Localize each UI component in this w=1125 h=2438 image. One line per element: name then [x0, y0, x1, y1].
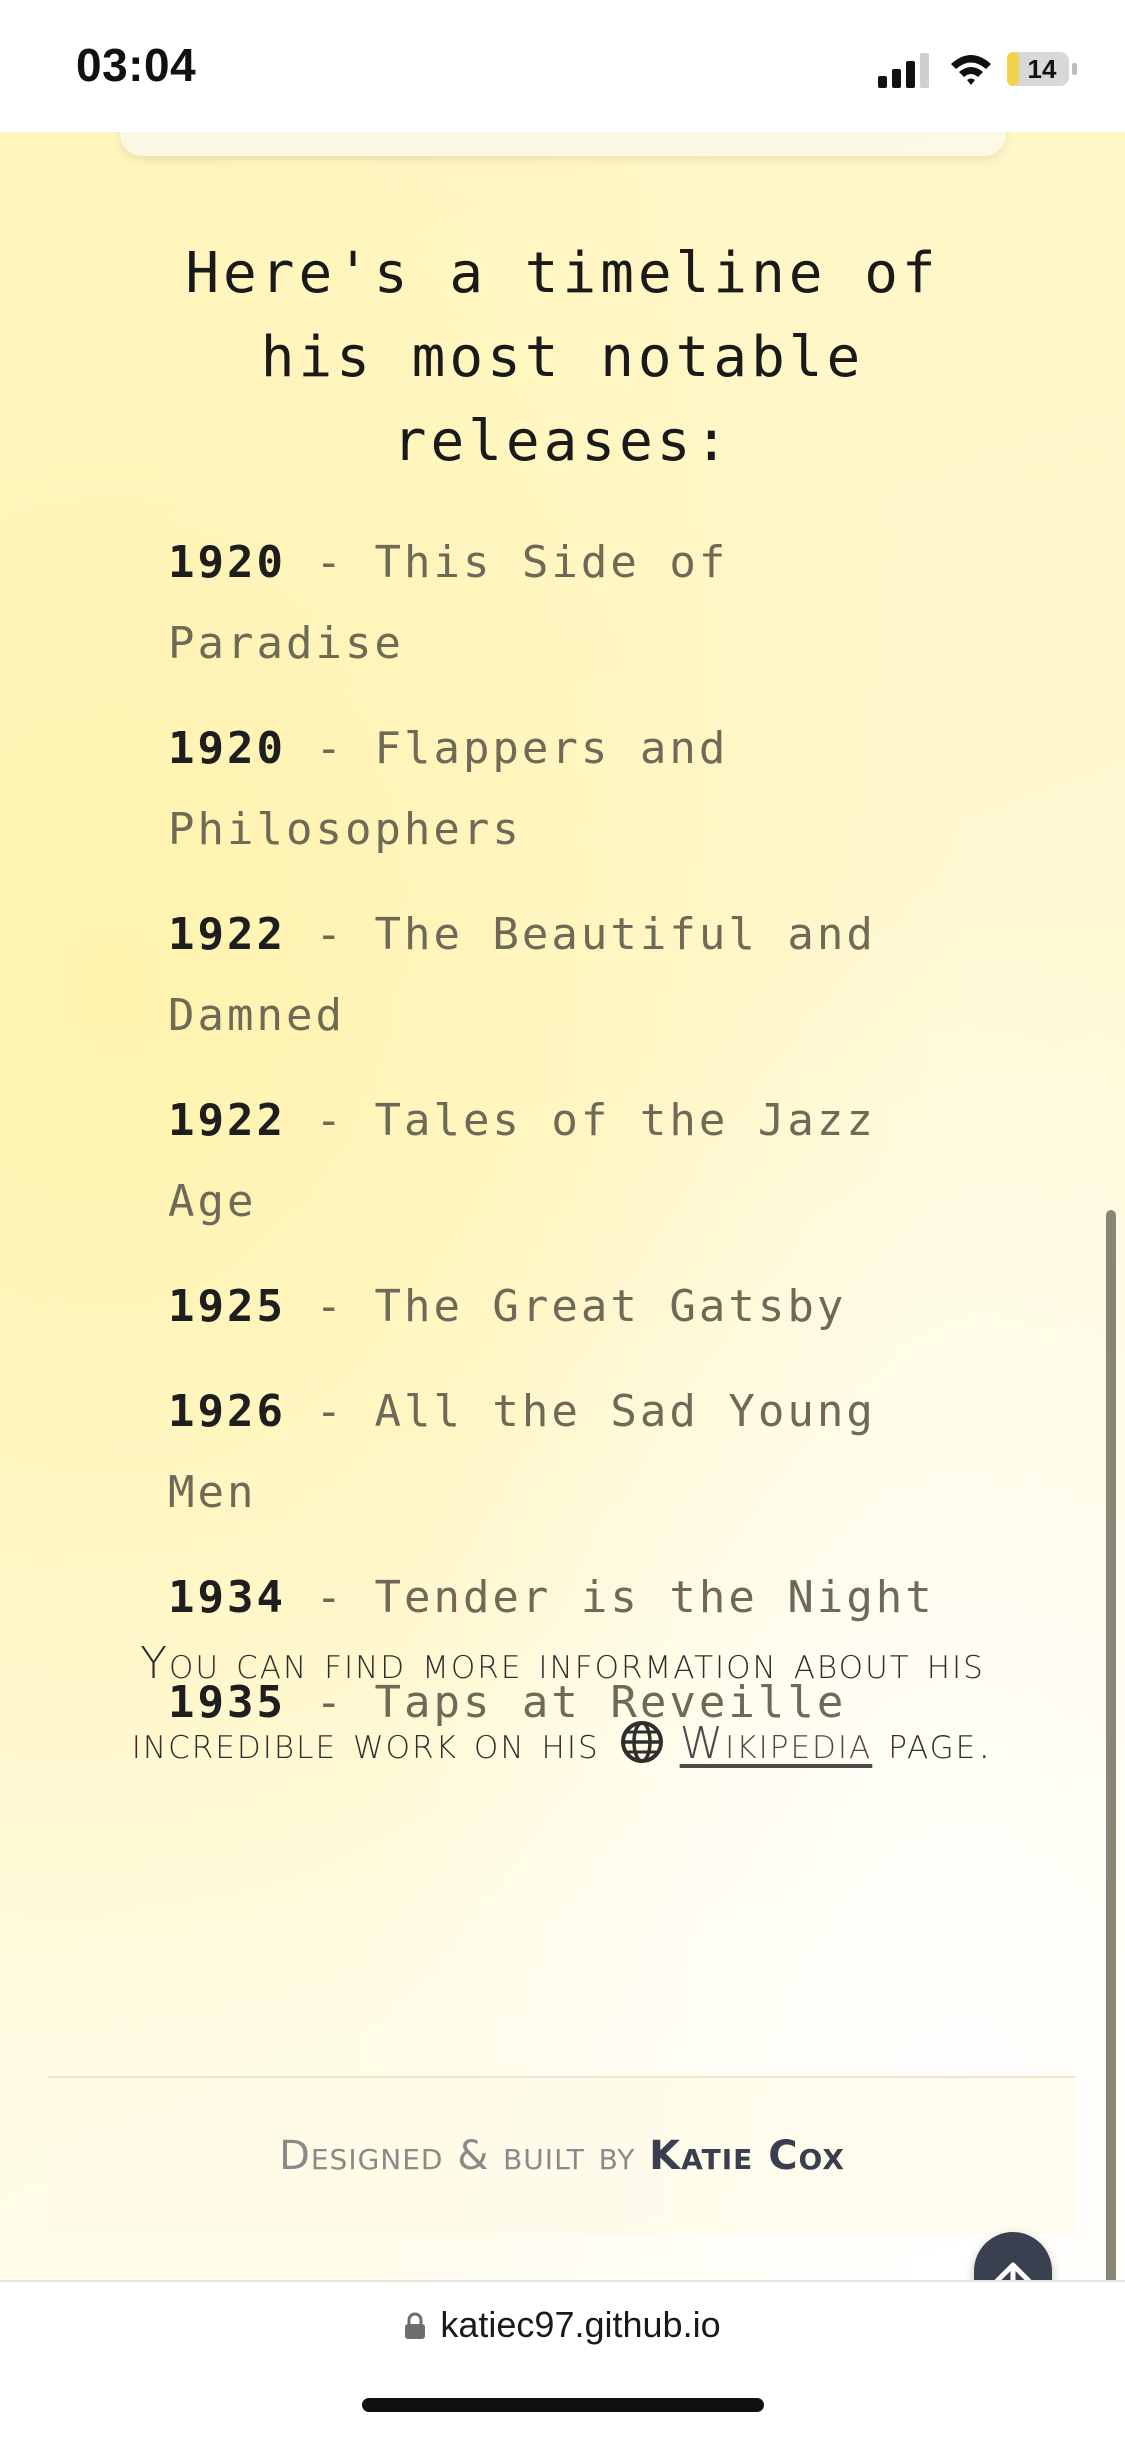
release-item: 1926 - All the Sad Young Men [168, 1371, 988, 1533]
more-info-text: You can find more information about his … [120, 1624, 1005, 1784]
timeline-heading: Here's a timeline of his most notable re… [185, 241, 940, 474]
info-suffix: page. [888, 1718, 994, 1769]
release-item: 1925 - The Great Gatsby [168, 1266, 988, 1347]
release-list: 1920 - This Side of Paradise 1920 - Flap… [168, 522, 988, 1767]
scroll-to-top-button[interactable] [974, 2232, 1052, 2280]
release-title: The Great Gatsby [374, 1281, 847, 1332]
release-separator: - [315, 909, 345, 960]
scrollbar[interactable] [1106, 1210, 1116, 2280]
release-year: 1922 [168, 909, 286, 960]
battery-level: 14 [1027, 54, 1057, 84]
release-separator: - [315, 1095, 345, 1146]
status-time: 03:04 [76, 39, 197, 91]
footer-designed-by: Designed & built by [279, 2133, 636, 2179]
page-content: Here's a timeline of his most notable re… [0, 132, 1125, 2280]
arrow-up-icon [994, 2262, 1032, 2280]
signal-icon [878, 53, 929, 88]
release-item: 1922 - Tales of the Jazz Age [168, 1080, 988, 1242]
release-year: 1920 [168, 723, 286, 774]
wikipedia-link[interactable]: Wikipedia [680, 1718, 873, 1769]
release-item: 1922 - The Beautiful and Damned [168, 894, 988, 1056]
home-indicator[interactable] [362, 2398, 764, 2412]
browser-address-bar: katiec97.github.io [0, 2280, 1125, 2438]
release-separator: - [315, 1281, 345, 1332]
release-year: 1925 [168, 1281, 286, 1332]
release-year: 1934 [168, 1572, 286, 1623]
previous-section-card [120, 132, 1006, 156]
release-year: 1920 [168, 537, 286, 588]
release-title: Tender is the Night [374, 1572, 935, 1623]
release-item: 1920 - Flappers and Philosophers [168, 708, 988, 870]
release-year: 1926 [168, 1386, 286, 1437]
wifi-icon [951, 55, 991, 85]
status-bar: 03:04 14 [0, 0, 1125, 132]
release-separator: - [315, 537, 345, 588]
footer-author: Katie Cox [649, 2133, 845, 2179]
release-separator: - [315, 723, 345, 774]
footer-credit: Designed & built by Katie Cox [48, 2078, 1076, 2234]
release-year: 1922 [168, 1095, 286, 1146]
url-text: katiec97.github.io [440, 2304, 721, 2345]
release-separator: - [315, 1572, 345, 1623]
lock-icon [405, 2312, 426, 2339]
footer: Designed & built by Katie Cox [48, 2076, 1076, 2234]
release-item: 1920 - This Side of Paradise [168, 522, 988, 684]
release-separator: - [315, 1386, 345, 1437]
globe-icon [620, 1721, 663, 1763]
url-display[interactable]: katiec97.github.io [0, 2304, 1125, 2346]
